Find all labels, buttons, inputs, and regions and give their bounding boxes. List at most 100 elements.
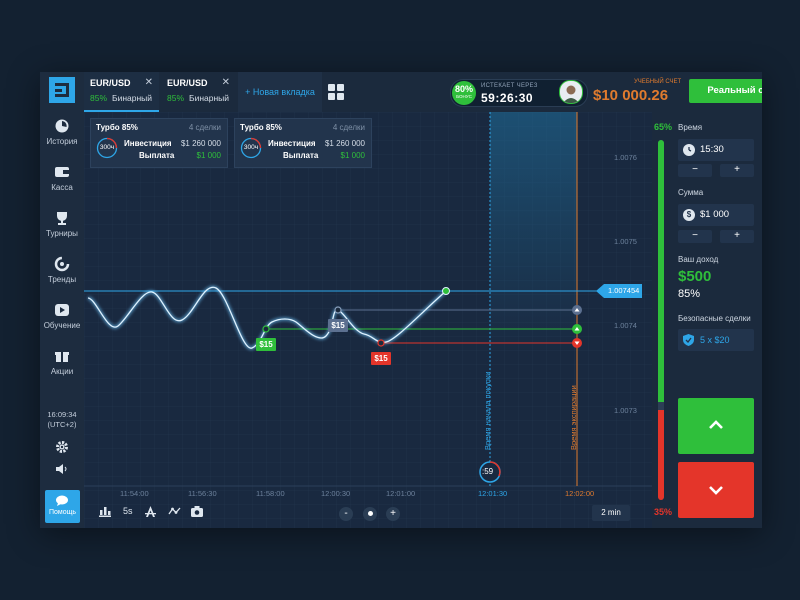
camera-icon[interactable] bbox=[191, 506, 203, 517]
card-deals: 4 сделки bbox=[332, 123, 365, 132]
clock-icon bbox=[683, 144, 695, 156]
chevron-up-icon bbox=[709, 420, 723, 429]
expiry-zone bbox=[490, 112, 577, 352]
time-label: Время bbox=[678, 123, 703, 132]
bonus-badge: 80% БОНУС bbox=[452, 81, 476, 105]
help-label: Помощь bbox=[48, 509, 77, 516]
close-icon[interactable]: ✕ bbox=[145, 77, 153, 88]
amount-decrease-button[interactable]: − bbox=[678, 230, 712, 243]
sound-icon[interactable] bbox=[55, 463, 69, 475]
put-down-button[interactable] bbox=[678, 462, 754, 518]
amount-increase-button[interactable]: + bbox=[720, 230, 754, 243]
card-payout-label: Выплата bbox=[283, 151, 319, 160]
time-field[interactable]: 15:30 bbox=[678, 139, 754, 161]
sidebar-item-cashbox[interactable]: Касса bbox=[40, 164, 84, 192]
sidebar-item-label: Турниры bbox=[46, 229, 78, 238]
interval-button[interactable]: 5s bbox=[123, 506, 133, 516]
close-icon[interactable]: ✕ bbox=[222, 77, 230, 88]
trade-panel: 65% 35% Время 15:30 − + Сумма $ $1 000 −… bbox=[652, 112, 762, 528]
price-chart[interactable]: 1.0076 1.0075 1.0074 1.0073 1.007454 11:… bbox=[84, 112, 652, 528]
tab-mode: Бинарный bbox=[189, 93, 230, 103]
user-avatar-icon bbox=[563, 85, 579, 103]
chat-icon bbox=[55, 495, 68, 506]
card-payout-value: $1 000 bbox=[340, 151, 365, 160]
deal-card[interactable]: Турбо 85% 4 сделки 300ч Инвестиция $1 26… bbox=[234, 118, 372, 168]
tab-percent: 85% bbox=[167, 93, 185, 103]
call-up-button[interactable] bbox=[678, 398, 754, 454]
countdown-value: :59 bbox=[482, 467, 494, 476]
x-tick: 11:56:30 bbox=[188, 489, 217, 498]
card-payout-value: $1 000 bbox=[196, 151, 221, 160]
income-percent: 85% bbox=[678, 288, 701, 300]
tab-mode: Бинарный bbox=[112, 93, 153, 103]
card-invest-value: $1 260 000 bbox=[180, 139, 221, 148]
help-button[interactable]: Помощь bbox=[45, 490, 80, 523]
deal-point bbox=[377, 339, 385, 347]
card-ring-label: 300ч bbox=[243, 144, 259, 151]
sidebar-item-label: Тренды bbox=[47, 275, 77, 284]
top-bar: EUR/USD ✕ 85% Бинарный EUR/USD ✕ 85% Бин… bbox=[84, 72, 762, 113]
safe-deals-button[interactable]: 5 x $20 bbox=[678, 329, 754, 351]
zoom-out-button[interactable]: - bbox=[339, 507, 353, 521]
chart-canvas bbox=[84, 112, 652, 528]
deal-badge-up[interactable]: $15 bbox=[256, 338, 276, 351]
trends-icon bbox=[54, 256, 70, 272]
sidebar-item-label: История bbox=[46, 137, 78, 146]
price-current-dot bbox=[442, 287, 450, 295]
time-increase-button[interactable]: + bbox=[720, 164, 754, 177]
new-tab-button[interactable]: + Новая вкладка bbox=[238, 72, 322, 112]
gift-icon bbox=[55, 352, 69, 362]
time-decrease-button[interactable]: − bbox=[678, 164, 712, 177]
sidebar-item-promotions[interactable]: Акции bbox=[40, 348, 84, 376]
logo[interactable] bbox=[49, 77, 75, 103]
card-invest-label: Инвестиция bbox=[124, 139, 172, 148]
sidebar-item-trends[interactable]: Тренды bbox=[40, 256, 84, 284]
purchase-time-caption: Время начала покупки bbox=[483, 371, 492, 450]
bonus-value: 80% bbox=[454, 84, 473, 94]
sidebar-item-label: Акции bbox=[50, 367, 74, 376]
timeframe-button[interactable]: 2 min bbox=[592, 505, 630, 521]
deal-badge-down[interactable]: $15 bbox=[371, 352, 391, 365]
sidebar-item-history[interactable]: История bbox=[40, 118, 84, 146]
zoom-reset-button[interactable] bbox=[363, 507, 377, 521]
card-title: Турбо 85% bbox=[96, 123, 138, 132]
chart-type-icon[interactable] bbox=[99, 506, 111, 517]
card-title: Турбо 85% bbox=[240, 123, 282, 132]
gear-icon[interactable] bbox=[55, 440, 69, 454]
account-label: УЧЕБНЫЙ СЧЕТ bbox=[634, 79, 682, 85]
bonus-label: БОНУС bbox=[456, 94, 472, 99]
play-icon bbox=[55, 304, 69, 316]
card-payout-label: Выплата bbox=[139, 151, 175, 160]
safe-deals-value: 5 x $20 bbox=[700, 335, 730, 345]
clock: 16:09:34 (UTC+2) bbox=[40, 410, 84, 430]
card-deals: 4 сделки bbox=[188, 123, 221, 132]
sentiment-up-fill bbox=[658, 140, 664, 402]
amount-label: Сумма bbox=[678, 188, 704, 197]
indicators-icon[interactable] bbox=[168, 506, 181, 516]
tab-pair: EUR/USD bbox=[90, 78, 131, 88]
draw-tool-icon[interactable] bbox=[145, 506, 156, 518]
asset-tab[interactable]: EUR/USD ✕ 85% Бинарный bbox=[161, 72, 236, 110]
grid-layout-icon[interactable] bbox=[328, 84, 344, 100]
sentiment-down-fill bbox=[658, 410, 664, 500]
card-invest-label: Инвестиция bbox=[268, 139, 316, 148]
y-tick: 1.0076 bbox=[614, 153, 637, 162]
avatar[interactable] bbox=[559, 80, 583, 104]
sidebar-item-tournaments[interactable]: Турниры bbox=[40, 210, 84, 238]
card-ring-label: 300ч bbox=[99, 144, 115, 151]
timer-label: ИСТЕКАЕТ ЧЕРЕЗ bbox=[481, 83, 538, 89]
deal-badge-neutral[interactable]: $15 bbox=[328, 319, 348, 332]
sidebar-item-learning[interactable]: Обучение bbox=[40, 302, 84, 330]
amount-value: $1 000 bbox=[700, 209, 730, 220]
amount-field[interactable]: $ $1 000 bbox=[678, 204, 754, 226]
account-balance: $10 000.26 bbox=[593, 87, 669, 104]
x-tick: 11:54:00 bbox=[120, 489, 149, 498]
zoom-in-button[interactable]: + bbox=[386, 507, 400, 521]
real-account-button[interactable]: Реальный счет bbox=[689, 79, 762, 103]
asset-tab[interactable]: EUR/USD ✕ 85% Бинарный bbox=[84, 72, 159, 112]
time-value: 15:30 bbox=[700, 144, 724, 155]
up-sentiment-percent: 65% bbox=[653, 122, 672, 132]
shield-icon bbox=[683, 334, 694, 346]
sentiment-gauge bbox=[658, 140, 664, 500]
deal-card[interactable]: Турбо 85% 4 сделки 300ч Инвестиция $1 26… bbox=[90, 118, 228, 168]
